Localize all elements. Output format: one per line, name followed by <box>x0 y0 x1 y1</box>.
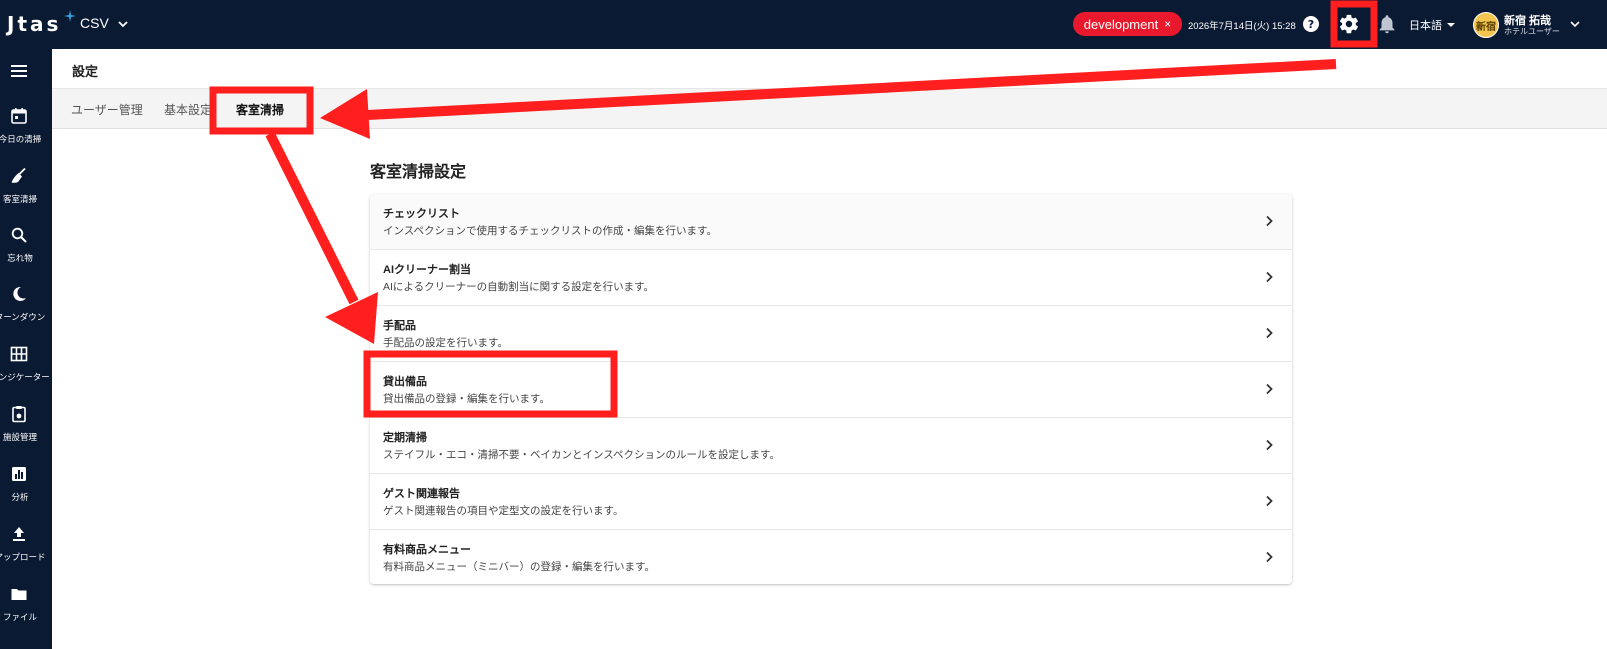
hamburger-menu-icon[interactable] <box>10 62 28 80</box>
grid-icon <box>10 346 28 362</box>
caret-down-icon[interactable] <box>1446 21 1456 29</box>
row-title: チェックリスト <box>383 208 460 220</box>
clipboard-icon <box>12 406 26 423</box>
row-title: AIクリーナー割当 <box>383 264 471 276</box>
sidebar-item-label: ターンダウン <box>0 312 46 322</box>
broom-icon <box>11 167 26 183</box>
chevron-right-icon <box>1266 215 1273 227</box>
sidebar-item-indicator[interactable]: インジケーター <box>0 345 52 401</box>
sidebar-item-label: インジケーター <box>0 372 50 382</box>
chevron-right-icon <box>1266 383 1273 395</box>
sidebar-item-label: アップロード <box>0 552 46 562</box>
row-title: 手配品 <box>383 320 416 332</box>
page-title: 設定 <box>72 64 99 79</box>
sidebar-item-upload[interactable]: アップロード <box>0 525 52 581</box>
row-title: 有料商品メニュー <box>383 544 471 556</box>
sidebar-item-label: 分析 <box>11 492 29 502</box>
settings-row-checklist[interactable]: チェックリスト インスペクションで使用するチェックリストの作成・編集を行います。 <box>370 194 1292 250</box>
environment-label: development <box>1083 16 1159 32</box>
row-description: インスペクションで使用するチェックリストの作成・編集を行います。 <box>383 225 718 237</box>
row-title: 貸出備品 <box>383 376 427 388</box>
sidebar-item-label: 客室清掃 <box>2 194 37 204</box>
chevron-right-icon <box>1266 495 1273 507</box>
arrow-to-rental-equipment-row <box>265 131 378 344</box>
sidebar-item-facility-management[interactable]: 施設管理 <box>0 405 52 461</box>
product-switcher-label[interactable]: CSV <box>80 15 109 31</box>
sidebar-item-analytics[interactable]: 分析 <box>0 465 52 521</box>
sidebar-item-turndown[interactable]: ターンダウン <box>0 285 52 341</box>
settings-row-periodic-cleaning[interactable]: 定期清掃 ステイフル・エコ・清掃不要・ベイカンとインスペクションのルールを設定し… <box>370 418 1292 474</box>
bell-icon[interactable] <box>1376 13 1398 35</box>
settings-list-card: チェックリスト インスペクションで使用するチェックリストの作成・編集を行います。… <box>370 194 1292 584</box>
chevron-right-icon <box>1266 551 1273 563</box>
settings-tab-bar: ユーザー管理 基本設定 客室清掃 <box>52 89 1607 129</box>
chevron-down-icon[interactable] <box>116 17 130 31</box>
sidebar-item-files[interactable]: ファイル <box>0 585 52 641</box>
settings-row-rental-equipment[interactable]: 貸出備品 貸出備品の登録・編集を行います。 <box>370 362 1292 418</box>
sidebar: 今日の清掃 客室清掃 忘れ物 ターンダウン インジケーター <box>0 49 52 649</box>
settings-row-ai-cleaner-assignment[interactable]: AIクリーナー割当 AIによるクリーナーの自動割当に関する設定を行います。 <box>370 250 1292 306</box>
moon-icon <box>13 286 26 301</box>
sidebar-item-label: ファイル <box>2 612 37 622</box>
svg-text:?: ? <box>1308 18 1314 31</box>
tab-user-management[interactable]: ユーザー管理 <box>71 101 143 118</box>
language-selector-label[interactable]: 日本語 <box>1409 17 1442 33</box>
settings-row-arranged-items[interactable]: 手配品 手配品の設定を行います。 <box>370 306 1292 362</box>
search-icon <box>11 227 27 243</box>
avatar[interactable]: 新宿 <box>1473 12 1499 38</box>
row-description: ステイフル・エコ・清掃不要・ベイカンとインスペクションのルールを設定します。 <box>383 449 781 461</box>
tab-basic-settings[interactable]: 基本設定 <box>164 101 212 118</box>
chevron-right-icon <box>1266 327 1273 339</box>
sidebar-item-label: 今日の清掃 <box>0 134 42 144</box>
upload-icon <box>13 527 25 541</box>
tab-room-cleaning[interactable]: 客室清掃 <box>236 101 284 118</box>
user-role: ホテルユーザー <box>1504 27 1560 36</box>
row-title: ゲスト関連報告 <box>383 488 460 500</box>
sidebar-item-lost-items[interactable]: 忘れ物 <box>0 226 52 282</box>
top-bar: Jtas CSV development × 2026年7月14日(火) 15:… <box>0 0 1607 49</box>
gear-icon[interactable] <box>1338 13 1360 35</box>
sidebar-item-room-cleaning[interactable]: 客室清掃 <box>0 167 52 223</box>
settings-row-guest-reports[interactable]: ゲスト関連報告 ゲスト関連報告の項目や定型文の設定を行います。 <box>370 474 1292 530</box>
chevron-right-icon <box>1266 439 1273 451</box>
chevron-right-icon <box>1266 271 1273 283</box>
folder-icon <box>11 589 27 600</box>
sidebar-item-label: 忘れ物 <box>7 253 33 263</box>
row-description: 手配品の設定を行います。 <box>383 337 508 349</box>
section-title: 客室清掃設定 <box>370 164 467 181</box>
close-icon[interactable]: × <box>1164 17 1171 31</box>
calendar-icon <box>11 108 27 124</box>
row-description: 貸出備品の登録・編集を行います。 <box>383 393 550 405</box>
app-logo[interactable]: Jtas <box>7 12 61 36</box>
row-description: 有料商品メニュー（ミニバー）の登録・編集を行います。 <box>383 561 655 573</box>
chart-icon <box>12 467 26 481</box>
chevron-down-icon[interactable] <box>1569 18 1581 30</box>
sidebar-item-label: 施設管理 <box>2 432 37 442</box>
row-description: AIによるクリーナーの自動割当に関する設定を行います。 <box>383 281 655 293</box>
current-datetime: 2026年7月14日(火) 15:28 <box>1188 21 1296 32</box>
environment-chip[interactable]: development × <box>1073 12 1182 36</box>
settings-row-paid-menu[interactable]: 有料商品メニュー 有料商品メニュー（ミニバー）の登録・編集を行います。 <box>370 530 1292 584</box>
row-title: 定期清掃 <box>383 432 427 444</box>
row-description: ゲスト関連報告の項目や定型文の設定を行います。 <box>383 505 624 517</box>
help-icon[interactable]: ? <box>1300 13 1322 35</box>
page-header: 設定 <box>52 49 1607 89</box>
logo-spark-icon <box>64 10 76 22</box>
sidebar-item-today-cleaning[interactable]: 今日の清掃 <box>0 107 52 163</box>
